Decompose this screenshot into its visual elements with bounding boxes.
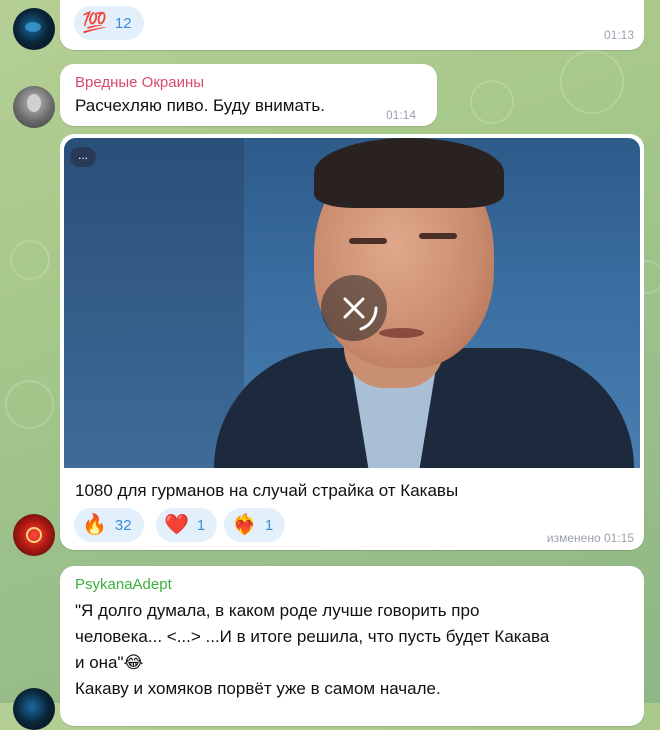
message-bubble: PsykanaAdept "Я долго думала, в каком ро… xyxy=(60,566,644,726)
message-text-line: "Я долго думала, в каком роде лучше гово… xyxy=(75,601,480,620)
reaction-heart-fire[interactable]: ❤️‍🔥 1 xyxy=(224,508,286,542)
video-thumbnail[interactable]: ... xyxy=(64,138,640,468)
avatar[interactable] xyxy=(13,86,55,128)
message-bubble-video: ... 1080 для гурманов на случай страйка … xyxy=(60,134,644,550)
message-time: 01:13 xyxy=(603,28,634,42)
message-time: 01:14 xyxy=(386,108,417,122)
message-time-edited: изменено 01:15 xyxy=(546,531,634,545)
close-icon xyxy=(343,297,378,331)
sender-name[interactable]: PsykanaAdept xyxy=(75,576,172,593)
message-bubble: 💯 12 01:13 xyxy=(60,0,644,50)
message-text-line: и она"😂 xyxy=(75,653,144,672)
avatar[interactable] xyxy=(13,8,55,50)
message-text: Расчехляю пиво. Буду внимать. xyxy=(75,96,325,115)
background-doodle xyxy=(10,240,50,280)
background-doodle xyxy=(560,50,624,114)
avatar[interactable] xyxy=(13,688,55,730)
message-bubble: Вредные Окраины Расчехляю пиво. Буду вни… xyxy=(60,64,437,126)
reaction-count: 1 xyxy=(196,516,206,534)
media-badge: ... xyxy=(70,147,96,167)
fire-icon: 🔥 xyxy=(82,514,107,536)
heart-icon: ❤️ xyxy=(164,514,189,536)
reaction-100[interactable]: 💯 12 xyxy=(74,6,144,40)
message-text-line: человека... <...> ...И в итоге решила, ч… xyxy=(75,627,550,646)
video-caption: 1080 для гурманов на случай страйка от К… xyxy=(75,481,459,500)
reaction-count: 1 xyxy=(264,516,274,534)
cancel-download-button[interactable] xyxy=(321,275,387,341)
background-doodle xyxy=(470,80,514,124)
hundred-points-icon: 💯 xyxy=(82,12,107,34)
reaction-count: 32 xyxy=(114,516,132,534)
reaction-heart[interactable]: ❤️ 1 xyxy=(156,508,218,542)
reaction-fire[interactable]: 🔥 32 xyxy=(74,508,144,542)
heart-on-fire-icon: ❤️‍🔥 xyxy=(232,514,257,536)
background-doodle xyxy=(5,380,54,429)
reaction-count: 12 xyxy=(114,14,132,32)
sender-name[interactable]: Вредные Окраины xyxy=(75,74,204,91)
message-text-line: Какаву и хомяков порвёт уже в самом нача… xyxy=(75,679,441,698)
avatar[interactable] xyxy=(13,514,55,556)
